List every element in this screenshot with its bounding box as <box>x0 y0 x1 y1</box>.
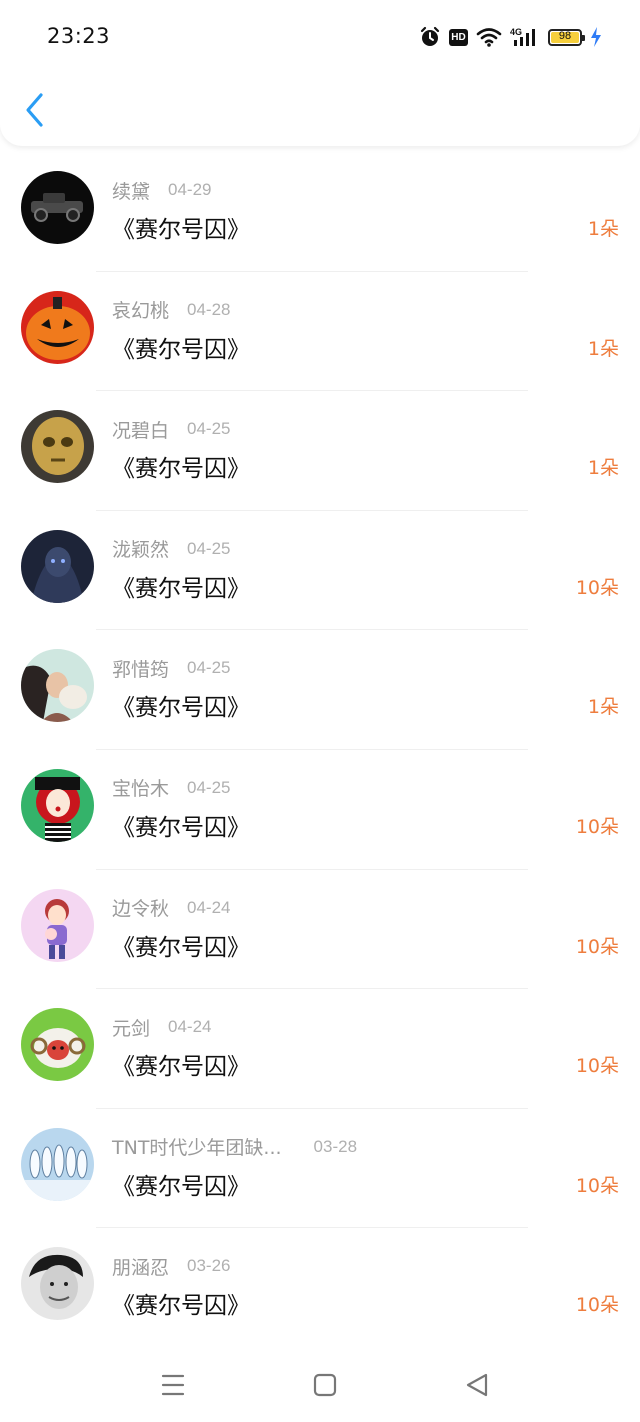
donor-name: 续黛 <box>112 180 151 203</box>
back-button[interactable] <box>18 90 52 130</box>
donor-name: 边令秋 <box>112 898 170 921</box>
back-triangle-icon <box>466 1373 488 1397</box>
avatar <box>21 768 94 842</box>
hd-icon: HD <box>449 28 468 46</box>
list-item[interactable]: 郛惜筠 04-25 《赛尔号囚》 1朵 <box>0 630 640 750</box>
list-item[interactable]: 况碧白 04-25 《赛尔号囚》 1朵 <box>0 391 640 511</box>
list-item[interactable]: 朋涵忍 03-26 《赛尔号囚》 10朵 <box>0 1228 640 1348</box>
book-title: 《赛尔号囚》 <box>112 814 250 841</box>
avatar <box>21 888 94 962</box>
book-title: 《赛尔号囚》 <box>112 575 250 602</box>
gift-amount: 1朵 <box>587 337 619 360</box>
gift-date: 04-25 <box>187 777 231 797</box>
gift-amount: 1朵 <box>587 696 619 719</box>
donor-name: 宝怡木 <box>112 778 170 801</box>
gift-amount: 10朵 <box>575 1055 619 1078</box>
donor-name: TNT时代少年团缺... <box>112 1137 282 1160</box>
battery-level: 98 <box>558 29 572 42</box>
list-item[interactable]: 泷颖然 04-25 《赛尔号囚》 10朵 <box>0 511 640 631</box>
gift-date: 04-24 <box>187 897 231 917</box>
donor-name: 哀幻桃 <box>112 300 170 323</box>
cellular-signal-icon: 4G <box>510 26 540 48</box>
gift-amount: 10朵 <box>575 815 619 838</box>
alarm-icon <box>419 26 441 48</box>
gift-date: 04-29 <box>168 180 212 199</box>
avatar <box>21 1127 94 1201</box>
avatar <box>21 290 94 364</box>
battery-icon: 98 <box>548 28 585 46</box>
home-button[interactable] <box>310 1370 340 1400</box>
gift-amount: 10朵 <box>575 1294 619 1317</box>
gift-amount: 10朵 <box>575 1174 619 1197</box>
donor-name: 郛惜筠 <box>112 658 170 681</box>
menu-icon <box>161 1374 185 1396</box>
book-title: 《赛尔号囚》 <box>112 1054 250 1081</box>
book-title: 《赛尔号囚》 <box>112 456 250 483</box>
gift-date: 04-25 <box>187 538 231 558</box>
gift-date: 04-25 <box>187 658 231 678</box>
chevron-left-icon <box>26 93 43 127</box>
avatar <box>21 529 94 603</box>
back-nav-button[interactable] <box>462 1370 492 1400</box>
avatar <box>21 1008 94 1082</box>
donor-name: 朋涵忍 <box>112 1256 170 1279</box>
avatar <box>21 171 94 244</box>
book-title: 《赛尔号囚》 <box>112 1173 250 1200</box>
book-title: 《赛尔号囚》 <box>112 934 250 961</box>
book-title: 《赛尔号囚》 <box>112 695 250 722</box>
list-item[interactable]: TNT时代少年团缺... 03-28 《赛尔号囚》 10朵 <box>0 1109 640 1229</box>
avatar <box>21 410 94 484</box>
menu-button[interactable] <box>158 1370 188 1400</box>
book-title: 《赛尔号囚》 <box>112 217 250 243</box>
gift-date: 04-28 <box>187 299 231 319</box>
status-time: 23:23 <box>47 24 111 48</box>
avatar <box>21 649 94 723</box>
gift-amount: 10朵 <box>575 576 619 599</box>
list-item[interactable]: 宝怡木 04-25 《赛尔号囚》 10朵 <box>0 750 640 870</box>
list-item[interactable]: 续黛 04-29 《赛尔号囚》 1朵 <box>0 152 640 272</box>
top-bar: 23:23 HD 4G 98 <box>0 0 640 146</box>
donor-name: 况碧白 <box>112 419 170 442</box>
svg-text:4G: 4G <box>510 27 522 37</box>
donor-name: 元剑 <box>112 1017 151 1040</box>
list-item[interactable]: 哀幻桃 04-28 《赛尔号囚》 1朵 <box>0 272 640 392</box>
gift-date: 04-24 <box>168 1017 212 1037</box>
list-item[interactable]: 边令秋 04-24 《赛尔号囚》 10朵 <box>0 870 640 990</box>
list-item[interactable]: 元剑 04-24 《赛尔号囚》 10朵 <box>0 989 640 1109</box>
gift-amount: 1朵 <box>587 457 619 480</box>
gift-amount: 1朵 <box>587 218 619 240</box>
book-title: 《赛尔号囚》 <box>112 1293 250 1320</box>
charging-icon <box>590 27 602 47</box>
avatar <box>21 1247 94 1321</box>
gift-date: 03-26 <box>187 1256 231 1276</box>
system-nav-bar <box>0 1340 640 1422</box>
donor-name: 泷颖然 <box>112 539 170 562</box>
gift-date: 04-25 <box>187 419 231 439</box>
gift-amount: 10朵 <box>575 935 619 958</box>
gift-records-list: 续黛 04-29 《赛尔号囚》 1朵 哀幻桃 04-28 《赛尔号囚》 1朵 况… <box>0 152 640 1348</box>
gift-date: 03-28 <box>313 1136 358 1156</box>
wifi-icon <box>476 27 502 47</box>
home-square-icon <box>313 1373 337 1397</box>
book-title: 《赛尔号囚》 <box>112 336 250 363</box>
status-icons: HD 4G 98 <box>419 24 602 50</box>
